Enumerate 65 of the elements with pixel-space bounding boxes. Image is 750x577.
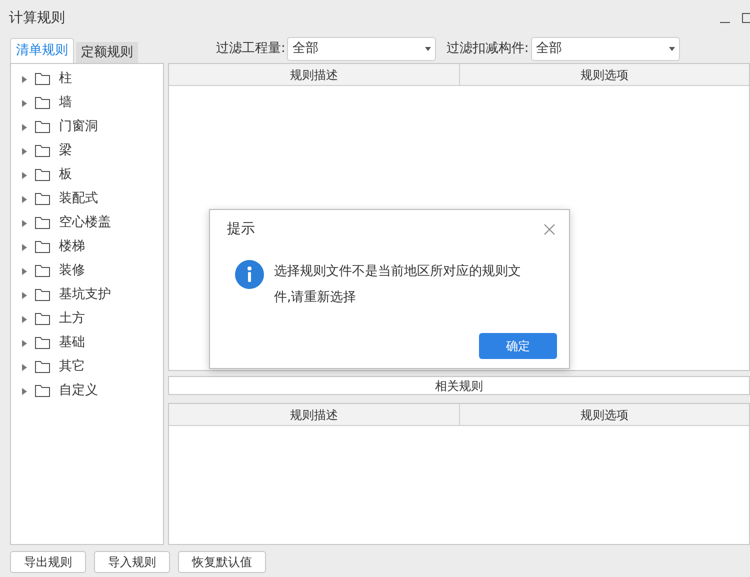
folder-icon <box>35 97 50 109</box>
column-header: 规则描述 <box>288 66 339 84</box>
tab[interactable]: 定额规则 <box>76 42 138 63</box>
tree-item[interactable]: 梁 <box>11 139 163 163</box>
expand-arrow-icon[interactable] <box>22 196 27 202</box>
expand-arrow-icon[interactable] <box>22 388 27 394</box>
expand-arrow-icon[interactable] <box>22 292 27 298</box>
dialog-message: 选择规则文件不是当前地区所对应的规则文件,请重新选择 <box>274 263 522 307</box>
tree-item[interactable]: 板 <box>11 163 163 187</box>
column-header: 规则描述 <box>288 406 339 424</box>
folder-icon <box>35 313 50 325</box>
info-icon <box>235 260 264 289</box>
tree-item[interactable]: 基础 <box>11 331 163 355</box>
tree-item[interactable]: 其它 <box>11 355 163 379</box>
filter-dropdown[interactable]: 全部 <box>287 37 436 61</box>
expand-arrow-icon[interactable] <box>22 364 27 370</box>
action-button[interactable]: 恢复默认值 <box>178 551 266 573</box>
folder-icon <box>35 193 50 205</box>
folder-icon <box>35 241 50 253</box>
expand-arrow-icon[interactable] <box>22 100 27 106</box>
folder-icon <box>35 169 50 181</box>
column-header: 规则选项 <box>458 64 749 85</box>
close-icon[interactable] <box>544 224 555 234</box>
ok-button[interactable]: 确定 <box>479 333 557 359</box>
caret-icon <box>668 47 675 51</box>
expand-arrow-icon[interactable] <box>22 220 27 226</box>
expand-arrow-icon[interactable] <box>22 76 27 82</box>
expand-arrow-icon[interactable] <box>22 148 27 154</box>
filter-dropdown[interactable]: 全部 <box>530 37 680 61</box>
tree-item[interactable]: 装修 <box>11 259 163 283</box>
dialog-title: 提示 <box>227 220 255 238</box>
section-bar: 相关规则 <box>168 376 750 395</box>
column-header: 规则选项 <box>458 404 749 425</box>
tab[interactable]: 清单规则 <box>10 38 74 63</box>
window-title: 计算规则 <box>9 8 65 28</box>
folder-icon <box>35 289 50 301</box>
caret-icon <box>425 47 432 51</box>
action-button[interactable]: 导出规则 <box>10 551 86 573</box>
folder-icon <box>35 265 50 277</box>
tree-item[interactable]: 空心楼盖 <box>11 211 163 235</box>
expand-arrow-icon[interactable] <box>22 172 27 178</box>
tree-item[interactable]: 墙 <box>11 91 163 115</box>
folder-icon <box>35 337 50 349</box>
tree-item[interactable]: 楼梯 <box>11 235 163 259</box>
expand-arrow-icon[interactable] <box>22 268 27 274</box>
filter-label: 过滤扣减构件: <box>446 40 529 58</box>
tree-item[interactable]: 土方 <box>11 307 163 331</box>
folder-icon <box>35 145 50 157</box>
expand-arrow-icon[interactable] <box>22 316 27 322</box>
tree-item[interactable]: 装配式 <box>11 187 163 211</box>
maximize-icon[interactable] <box>742 13 750 23</box>
expand-arrow-icon[interactable] <box>22 124 27 130</box>
tree-item[interactable]: 门窗洞 <box>11 115 163 139</box>
action-button[interactable]: 导入规则 <box>94 551 170 573</box>
folder-icon <box>35 217 50 229</box>
expand-arrow-icon[interactable] <box>22 244 27 250</box>
tree-item[interactable]: 柱 <box>11 67 163 91</box>
folder-icon <box>35 385 50 397</box>
tree-item[interactable]: 自定义 <box>11 379 163 403</box>
expand-arrow-icon[interactable] <box>22 340 27 346</box>
folder-icon <box>35 73 50 85</box>
folder-icon <box>35 121 50 133</box>
filter-label: 过滤工程量: <box>216 40 286 58</box>
tree-item[interactable]: 基坑支护 <box>11 283 163 307</box>
folder-icon <box>35 361 50 373</box>
